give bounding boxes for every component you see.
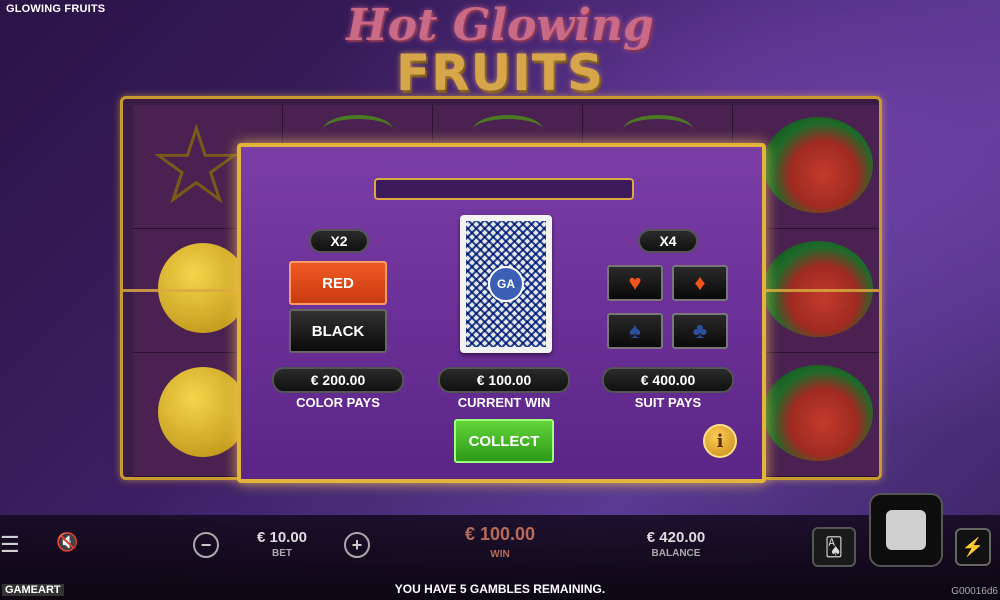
collect-button[interactable]: COLLECT bbox=[454, 419, 554, 463]
hearts-button[interactable]: ♥ bbox=[607, 265, 663, 301]
cherry-symbol-icon bbox=[473, 115, 543, 145]
clubs-button[interactable]: ♣ bbox=[672, 313, 728, 349]
payline bbox=[763, 289, 879, 292]
black-button[interactable]: BLACK bbox=[289, 309, 387, 353]
game-title: GLOWING FRUITS bbox=[6, 3, 106, 15]
current-win-label: CURRENT WIN bbox=[457, 395, 551, 410]
bet-value: € 10.00 bbox=[256, 529, 308, 546]
spin-button[interactable] bbox=[869, 493, 943, 567]
logo-line2: FRUITS bbox=[396, 44, 604, 102]
bet-label: BET bbox=[272, 548, 292, 559]
diamonds-button[interactable]: ♦ bbox=[672, 265, 728, 301]
logo-line1: Hot Glowing bbox=[346, 0, 654, 51]
gameart-logo-icon: GA bbox=[488, 266, 524, 302]
gamble-cards-icon[interactable]: 🂡 bbox=[812, 527, 856, 567]
gamble-panel: X2 RED BLACK € 200.00 COLOR PAYS GA € 10… bbox=[237, 143, 766, 483]
color-pays-value: € 200.00 bbox=[272, 367, 404, 393]
gamble-message-bar bbox=[374, 178, 634, 200]
stop-icon bbox=[886, 510, 926, 550]
mute-icon[interactable]: 🔇 bbox=[56, 532, 78, 553]
color-pays-label: COLOR PAYS bbox=[296, 395, 380, 410]
card-back: GA bbox=[466, 221, 546, 347]
info-button[interactable]: i bbox=[703, 424, 737, 458]
balance-label: BALANCE bbox=[651, 548, 701, 559]
gambles-remaining-message: YOU HAVE 5 GAMBLES REMAINING. bbox=[394, 582, 606, 596]
cherry-symbol-icon bbox=[323, 115, 393, 145]
lemon-symbol-icon bbox=[158, 243, 248, 333]
watermelon-symbol-icon bbox=[763, 365, 873, 461]
bet-decrease-button[interactable]: − bbox=[193, 532, 219, 558]
game-logo: Hot Glowing FRUITS bbox=[340, 4, 660, 100]
turbo-lightning-icon[interactable]: ⚡ bbox=[955, 528, 991, 566]
spades-button[interactable]: ♠ bbox=[607, 313, 663, 349]
suit-pays-label: SUIT PAYS bbox=[634, 395, 702, 410]
win-value: € 100.00 bbox=[464, 524, 536, 544]
game-id: G00016d6 bbox=[951, 586, 998, 597]
balance-value: € 420.00 bbox=[646, 529, 706, 546]
watermelon-symbol-icon bbox=[763, 117, 873, 213]
menu-icon[interactable]: ☰ bbox=[0, 532, 20, 558]
color-multiplier-badge: X2 bbox=[309, 229, 369, 253]
current-win-value: € 100.00 bbox=[438, 367, 570, 393]
payline bbox=[123, 289, 243, 292]
bet-increase-button[interactable]: + bbox=[344, 532, 370, 558]
star-symbol-icon: ☆ bbox=[147, 104, 246, 227]
cherry-symbol-icon bbox=[623, 115, 693, 145]
suit-pays-value: € 400.00 bbox=[602, 367, 734, 393]
lemon-symbol-icon bbox=[158, 367, 248, 457]
face-down-card: GA bbox=[460, 215, 552, 353]
win-label: WIN bbox=[490, 549, 510, 560]
red-button[interactable]: RED bbox=[289, 261, 387, 305]
suit-multiplier-badge: X4 bbox=[638, 229, 698, 253]
